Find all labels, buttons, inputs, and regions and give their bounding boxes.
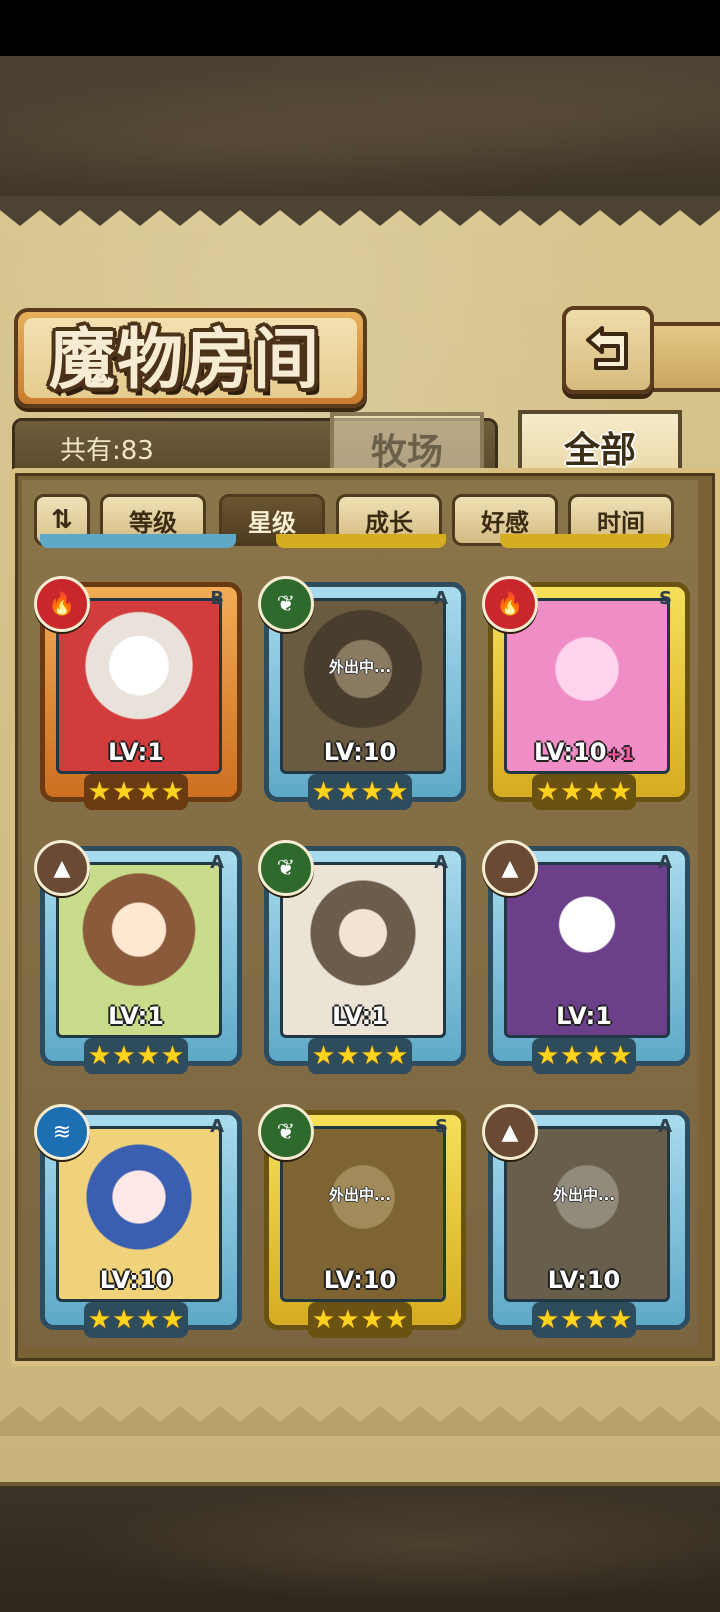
star-icon: ★ xyxy=(384,1041,409,1071)
star-icon: ★ xyxy=(112,1305,136,1335)
star-icon: ★ xyxy=(560,1041,584,1071)
star-icon: ★ xyxy=(112,1041,136,1071)
monster-card[interactable]: 🔥 S LV:10+1 ★ ★ ★ ★ xyxy=(482,576,690,818)
star-icon: ★ xyxy=(87,1041,112,1071)
map-background-bottom xyxy=(0,1476,720,1612)
previous-row-card-edge xyxy=(276,534,446,548)
level-label: LV:1 xyxy=(556,1002,612,1030)
star-icon: ★ xyxy=(336,1305,360,1335)
fire-element-icon: 🔥 xyxy=(34,576,90,632)
page-title: 魔物房间 xyxy=(49,320,321,398)
star-rating: ★ ★ ★ ★ xyxy=(308,1038,412,1074)
back-button[interactable] xyxy=(562,306,654,394)
level-label: LV:10 xyxy=(323,1266,397,1294)
leaf-element-icon: ❦ xyxy=(258,576,314,632)
star-icon: ★ xyxy=(584,1041,608,1071)
star-icon: ★ xyxy=(560,777,584,807)
rank-badge: S xyxy=(435,1116,448,1137)
star-icon: ★ xyxy=(112,777,136,807)
star-icon: ★ xyxy=(584,777,608,807)
water-element-icon: ≋ xyxy=(34,1104,90,1160)
level-label: LV:10 xyxy=(547,1266,621,1294)
star-rating: ★ ★ ★ ★ xyxy=(308,1302,412,1338)
away-status: 外出中... xyxy=(328,658,392,676)
level-label: LV:1 xyxy=(108,738,164,766)
monster-card[interactable]: 🔥 B LV:1 ★ ★ ★ ★ xyxy=(34,576,242,818)
previous-row-card-edge xyxy=(500,534,670,548)
rank-badge: S xyxy=(659,588,672,609)
star-icon: ★ xyxy=(136,1305,160,1335)
star-icon: ★ xyxy=(311,777,336,807)
star-rating: ★ ★ ★ ★ xyxy=(308,774,412,810)
sort-order-icon: ⇅ xyxy=(51,505,73,535)
away-status: 外出中... xyxy=(552,1186,616,1204)
star-icon: ★ xyxy=(608,777,633,807)
star-icon: ★ xyxy=(160,1305,185,1335)
leaf-element-icon: ❦ xyxy=(258,1104,314,1160)
level-bonus: +1 xyxy=(606,744,635,765)
star-icon: ★ xyxy=(535,1041,560,1071)
monster-card[interactable]: ▲ A 外出中... LV:10 ★ ★ ★ ★ xyxy=(482,1104,690,1338)
level-label: LV:10 xyxy=(99,1266,173,1294)
level-label: LV:1 xyxy=(108,1002,164,1030)
star-rating: ★ ★ ★ ★ xyxy=(532,1038,636,1074)
leaf-element-icon: ❦ xyxy=(258,840,314,896)
star-icon: ★ xyxy=(160,1041,185,1071)
star-icon: ★ xyxy=(535,777,560,807)
level-label: LV:10+1 xyxy=(533,738,635,766)
monster-card[interactable]: ▲ A LV:1 ★ ★ ★ ★ xyxy=(34,840,242,1082)
star-icon: ★ xyxy=(608,1041,633,1071)
rank-badge: A xyxy=(210,1116,224,1137)
level-label: LV:10 xyxy=(323,738,397,766)
star-rating: ★ ★ ★ ★ xyxy=(84,1302,188,1338)
torn-edge-top xyxy=(0,196,720,226)
level-label: LV:1 xyxy=(332,1002,388,1030)
star-icon: ★ xyxy=(384,1305,409,1335)
star-icon: ★ xyxy=(584,1305,608,1335)
star-icon: ★ xyxy=(535,1305,560,1335)
monster-card[interactable]: ≋ A LV:10 ★ ★ ★ ★ xyxy=(34,1104,242,1338)
star-rating: ★ ★ ★ ★ xyxy=(84,774,188,810)
star-icon: ★ xyxy=(360,777,384,807)
star-icon: ★ xyxy=(608,1305,633,1335)
rank-badge: A xyxy=(434,588,448,609)
rank-badge: A xyxy=(210,852,224,873)
star-icon: ★ xyxy=(87,1305,112,1335)
status-bar xyxy=(0,0,720,56)
monster-card[interactable]: ❦ S 外出中... LV:10 ★ ★ ★ ★ xyxy=(258,1104,466,1338)
rank-badge: B xyxy=(210,588,224,609)
fire-element-icon: 🔥 xyxy=(482,576,538,632)
star-icon: ★ xyxy=(336,777,360,807)
previous-row-card-edge xyxy=(40,534,236,548)
rank-badge: A xyxy=(434,852,448,873)
star-icon: ★ xyxy=(384,777,409,807)
star-icon: ★ xyxy=(360,1305,384,1335)
star-icon: ★ xyxy=(87,777,112,807)
rank-badge: A xyxy=(658,1116,672,1137)
star-rating: ★ ★ ★ ★ xyxy=(84,1038,188,1074)
star-icon: ★ xyxy=(160,777,185,807)
star-icon: ★ xyxy=(136,777,160,807)
star-icon: ★ xyxy=(311,1041,336,1071)
monster-grid: 🔥 B LV:1 ★ ★ ★ ★ ❦ A 外出中... LV:10 ★ ★ ★ ★ 🔥 S LV:10+1 ★ ★ ★ ★… xyxy=(22,548,698,1338)
star-icon: ★ xyxy=(560,1305,584,1335)
star-rating: ★ ★ ★ ★ xyxy=(532,774,636,810)
rock-element-icon: ▲ xyxy=(34,840,90,896)
return-arrow-icon xyxy=(586,326,628,370)
map-background-top xyxy=(0,56,720,196)
star-icon: ★ xyxy=(311,1305,336,1335)
monster-card[interactable]: ▲ A LV:1 ★ ★ ★ ★ xyxy=(482,840,690,1082)
monster-card[interactable]: ❦ A LV:1 ★ ★ ★ ★ xyxy=(258,840,466,1082)
rock-element-icon: ▲ xyxy=(482,1104,538,1160)
away-status: 外出中... xyxy=(328,1186,392,1204)
torn-edge-bottom xyxy=(0,1406,720,1436)
monster-card[interactable]: ❦ A 外出中... LV:10 ★ ★ ★ ★ xyxy=(258,576,466,818)
star-rating: ★ ★ ★ ★ xyxy=(532,1302,636,1338)
star-icon: ★ xyxy=(136,1041,160,1071)
star-icon: ★ xyxy=(336,1041,360,1071)
monster-count: 共有:83 xyxy=(60,436,154,466)
star-icon: ★ xyxy=(360,1041,384,1071)
rank-badge: A xyxy=(658,852,672,873)
rock-element-icon: ▲ xyxy=(482,840,538,896)
